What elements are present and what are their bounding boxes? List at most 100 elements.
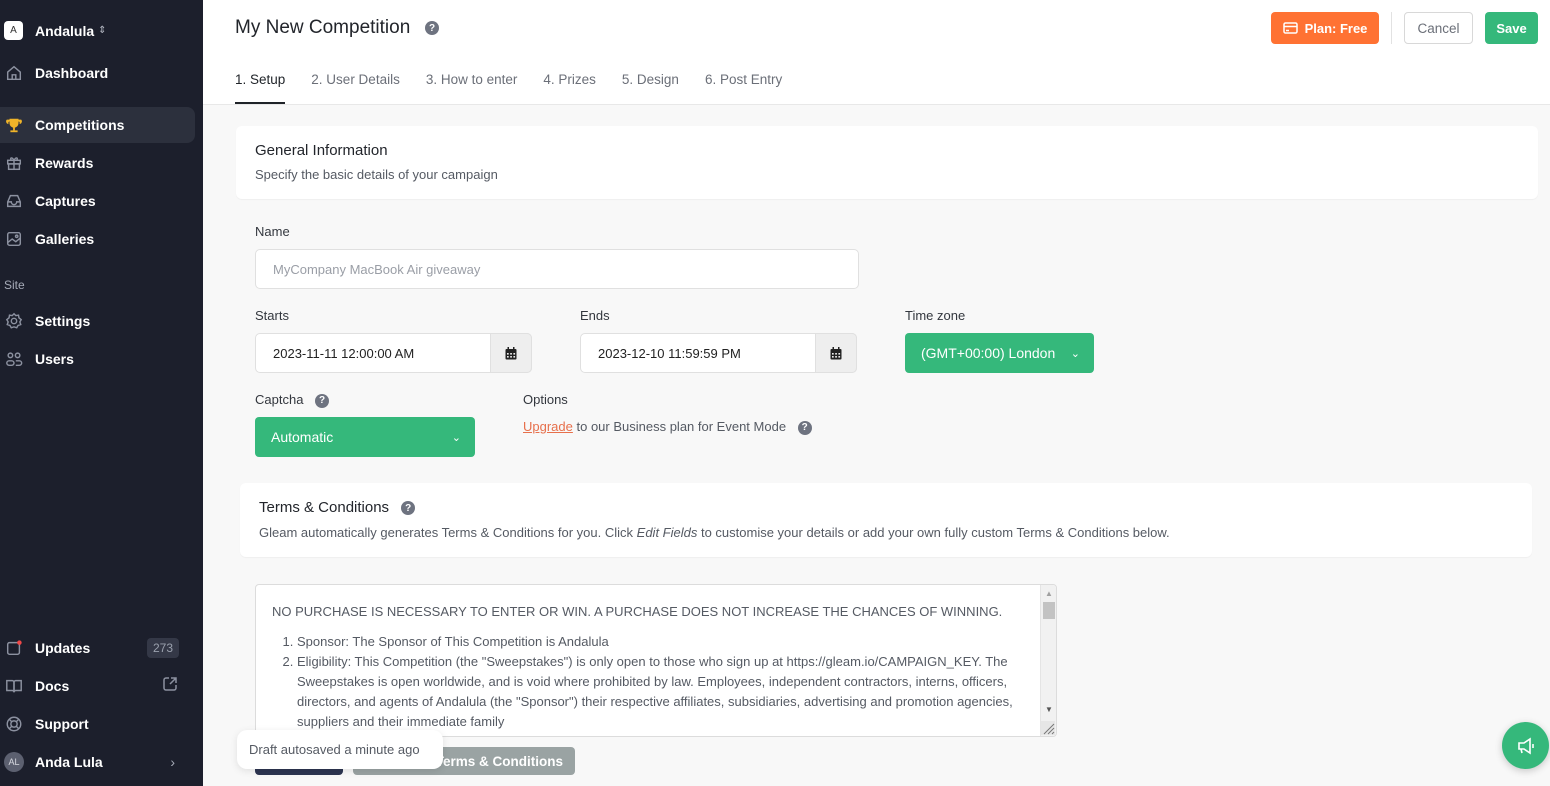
header-divider [1391, 12, 1392, 44]
credit-card-icon [1282, 22, 1298, 34]
terms-item: Eligibility: This Competition (the "Swee… [297, 652, 1032, 732]
textarea-scrollbar[interactable]: ▲ ▼ [1040, 585, 1056, 736]
sidebar-item-label: Updates [35, 640, 91, 656]
help-icon[interactable]: ? [401, 501, 416, 516]
starts-value: 2023-11-11 12:00:00 AM [273, 345, 415, 361]
terms-list: Sponsor: The Sponsor of This Competition… [272, 632, 1032, 732]
sidebar-item-label: Settings [35, 313, 91, 329]
updates-count-badge: 273 [146, 638, 179, 658]
sidebar-item-label: Rewards [35, 155, 94, 171]
sidebar-item-users[interactable]: Users [0, 341, 195, 377]
users-icon [4, 349, 24, 369]
captcha-label-text: Captcha [255, 392, 304, 407]
external-link-icon [162, 676, 178, 697]
ends-label: Ends [580, 308, 610, 323]
inbox-icon [4, 191, 24, 211]
sidebar-item-support[interactable]: Support [0, 706, 195, 742]
sidebar: A Andalula ⇕ Dashboard Competitions Rewa… [0, 0, 203, 786]
gear-icon [4, 311, 24, 331]
resize-handle-icon[interactable] [1041, 721, 1055, 735]
general-information-card: General Information Specify the basic de… [236, 126, 1538, 199]
sidebar-item-captures[interactable]: Captures [0, 183, 195, 219]
sidebar-item-galleries[interactable]: Galleries [0, 221, 195, 257]
tab-how-to-enter[interactable]: 3. How to enter [426, 72, 518, 105]
gift-icon [4, 153, 24, 173]
help-icon[interactable]: ? [315, 393, 330, 408]
terms-item: Sponsor: The Sponsor of This Competition… [297, 632, 1032, 652]
home-icon [4, 63, 24, 83]
scroll-thumb[interactable] [1043, 602, 1055, 619]
calendar-icon[interactable] [490, 333, 532, 373]
name-input[interactable]: MyCompany MacBook Air giveaway [255, 249, 859, 289]
terms-desc-text: Gleam automatically generates Terms & Co… [259, 525, 637, 540]
scroll-up-arrow-icon[interactable]: ▲ [1045, 589, 1053, 598]
sidebar-item-label: Docs [35, 678, 70, 694]
calendar-icon[interactable] [815, 333, 857, 373]
sidebar-item-rewards[interactable]: Rewards [0, 145, 195, 181]
tab-setup[interactable]: 1. Setup [235, 72, 286, 105]
image-icon [4, 229, 24, 249]
trophy-icon [4, 115, 24, 135]
sidebar-section-site: Site [4, 278, 25, 292]
notification-icon [4, 638, 24, 658]
help-icon[interactable]: ? [797, 420, 812, 435]
upgrade-link[interactable]: Upgrade [523, 419, 573, 434]
timezone-select[interactable]: (GMT+00:00) London ⌄ [905, 333, 1094, 373]
help-icon[interactable]: ? [425, 21, 439, 35]
announcements-button[interactable] [1502, 722, 1549, 769]
options-description: to our Business plan for Event Mode [572, 419, 787, 434]
timezone-value: (GMT+00:00) London [921, 345, 1056, 361]
sidebar-item-label: Captures [35, 193, 96, 209]
user-avatar: AL [4, 752, 24, 772]
section-subtitle: Specify the basic details of your campai… [255, 167, 498, 182]
workspace-switcher[interactable]: A Andalula ⇕ [4, 21, 107, 40]
workspace-avatar: A [4, 21, 23, 40]
edit-fields-emphasis: Edit Fields [636, 525, 698, 540]
user-name: Anda Lula [35, 754, 103, 770]
workspace-name: Andalula [35, 22, 95, 39]
options-upgrade-text: Upgrade to our Business plan for Event M… [523, 419, 812, 435]
starts-label: Starts [255, 308, 289, 323]
page-title: My New Competition [235, 17, 411, 38]
user-avatar-wrapper: AL [4, 752, 24, 772]
page-header: My New Competition ? 1. Setup 2. User De… [203, 0, 1550, 105]
name-label: Name [255, 224, 290, 239]
terms-card: Terms & Conditions ? Gleam automatically… [240, 483, 1532, 557]
scroll-down-arrow-icon[interactable]: ▼ [1045, 705, 1053, 714]
user-menu[interactable]: AL Anda Lula › [0, 744, 195, 780]
sidebar-item-label: Galleries [35, 231, 95, 247]
sidebar-item-dashboard[interactable]: Dashboard [0, 55, 195, 91]
plan-button[interactable]: Plan: Free [1271, 12, 1379, 44]
cancel-button[interactable]: Cancel [1404, 12, 1473, 44]
terms-intro: NO PURCHASE IS NECESSARY TO ENTER OR WIN… [272, 604, 1003, 619]
tab-user-details[interactable]: 2. User Details [311, 72, 400, 105]
captcha-select[interactable]: Automatic ⌄ [255, 417, 475, 457]
tab-design[interactable]: 5. Design [622, 72, 679, 105]
section-title: General Information [255, 142, 388, 159]
terms-textarea[interactable]: NO PURCHASE IS NECESSARY TO ENTER OR WIN… [255, 584, 1057, 737]
captcha-label: Captcha ? [255, 392, 330, 408]
megaphone-icon [1517, 737, 1534, 754]
timezone-label: Time zone [905, 308, 966, 323]
chevron-right-icon: › [170, 754, 175, 770]
sidebar-item-settings[interactable]: Settings [0, 303, 195, 339]
terms-title: Terms & Conditions [259, 499, 390, 516]
terms-content: NO PURCHASE IS NECESSARY TO ENTER OR WIN… [272, 602, 1032, 732]
sidebar-item-label: Dashboard [35, 65, 109, 81]
ends-date-input[interactable]: 2023-12-10 11:59:59 PM [580, 333, 857, 373]
sidebar-item-label: Competitions [35, 117, 125, 133]
tab-post-entry[interactable]: 6. Post Entry [705, 72, 782, 105]
captcha-value: Automatic [271, 429, 334, 445]
ends-value: 2023-12-10 11:59:59 PM [598, 345, 741, 361]
chevron-down-icon: ⌄ [451, 431, 461, 444]
sidebar-item-competitions[interactable]: Competitions [0, 107, 195, 143]
sidebar-item-docs[interactable]: Docs [0, 668, 195, 704]
book-icon [4, 676, 24, 696]
tab-prizes[interactable]: 4. Prizes [543, 72, 596, 105]
starts-date-input[interactable]: 2023-11-11 12:00:00 AM [255, 333, 532, 373]
sidebar-item-updates[interactable]: Updates 273 [0, 630, 195, 666]
plan-label: Plan: Free [1304, 20, 1368, 36]
options-label: Options [523, 392, 568, 407]
chevron-down-icon: ⌄ [1070, 347, 1080, 360]
save-button[interactable]: Save [1485, 12, 1538, 44]
